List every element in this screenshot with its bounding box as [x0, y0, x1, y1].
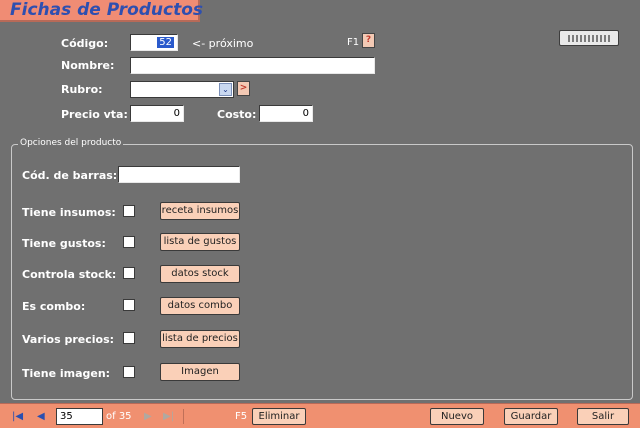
product-form-window: Fichas de Productos Código: 52 <- próxim…: [0, 0, 640, 428]
codigo-next-hint: <- próximo: [192, 37, 254, 50]
codigo-field[interactable]: 52: [130, 34, 178, 51]
option-checkbox-insumos[interactable]: [123, 205, 135, 217]
chevron-down-icon[interactable]: ⌄: [219, 83, 232, 96]
save-button[interactable]: Guardar: [504, 408, 558, 425]
keyboard-icon[interactable]: [559, 30, 619, 46]
codigo-label: Código:: [61, 37, 109, 50]
receta-insumos-button[interactable]: receta insumos: [160, 202, 240, 220]
rubro-select[interactable]: ⌄: [130, 81, 234, 98]
datos-combo-button[interactable]: datos combo: [160, 297, 240, 315]
precio-vta-label: Precio vta:: [61, 108, 128, 121]
barcode-field[interactable]: [118, 166, 240, 183]
precio-vta-field[interactable]: 0: [130, 105, 184, 122]
nombre-label: Nombre:: [61, 59, 115, 72]
first-record-icon[interactable]: |◀: [12, 411, 23, 422]
help-button[interactable]: ?: [362, 33, 375, 48]
costo-label: Costo:: [217, 108, 257, 121]
delete-key-label: F5: [235, 411, 248, 422]
last-record-icon[interactable]: ▶|: [163, 411, 174, 422]
record-navigator-bar: |◀ ◀ 35 of 35 ▶ ▶| F5 Eliminar Nuevo Gua…: [0, 403, 640, 428]
option-checkbox-combo[interactable]: [123, 299, 135, 311]
prev-record-icon[interactable]: ◀: [37, 411, 45, 422]
option-label-insumos: Tiene insumos:: [22, 206, 116, 219]
option-checkbox-precios[interactable]: [123, 332, 135, 344]
exit-button[interactable]: Salir: [577, 408, 629, 425]
help-key-label: F1: [347, 37, 360, 48]
options-group-title: Opciones del producto: [18, 138, 124, 148]
datos-stock-button[interactable]: datos stock: [160, 265, 240, 283]
title-bar: Fichas de Productos: [0, 0, 204, 22]
costo-field[interactable]: 0: [259, 105, 313, 122]
rubro-label: Rubro:: [61, 83, 103, 96]
record-number-field[interactable]: 35: [56, 408, 103, 425]
option-label-imagen: Tiene imagen:: [22, 367, 111, 380]
lista-precios-button[interactable]: lista de precios: [160, 330, 240, 348]
record-count-label: of 35: [106, 411, 132, 422]
lista-gustos-button[interactable]: lista de gustos: [160, 233, 240, 251]
next-record-icon[interactable]: ▶: [144, 411, 152, 422]
barcode-label: Cód. de barras:: [22, 169, 118, 182]
delete-button[interactable]: Eliminar: [252, 408, 306, 425]
rubro-go-button[interactable]: >: [237, 81, 250, 96]
separator: [183, 409, 184, 424]
option-label-gustos: Tiene gustos:: [22, 237, 106, 250]
page-title: Fichas de Productos: [10, 0, 204, 20]
option-label-precios: Varios precios:: [22, 333, 115, 346]
nombre-field[interactable]: [130, 57, 375, 74]
option-checkbox-imagen[interactable]: [123, 366, 135, 378]
option-checkbox-gustos[interactable]: [123, 236, 135, 248]
new-button[interactable]: Nuevo: [430, 408, 484, 425]
option-label-stock: Controla stock:: [22, 268, 117, 281]
option-checkbox-stock[interactable]: [123, 267, 135, 279]
option-label-combo: Es combo:: [22, 300, 86, 313]
imagen-button[interactable]: Imagen: [160, 363, 240, 381]
